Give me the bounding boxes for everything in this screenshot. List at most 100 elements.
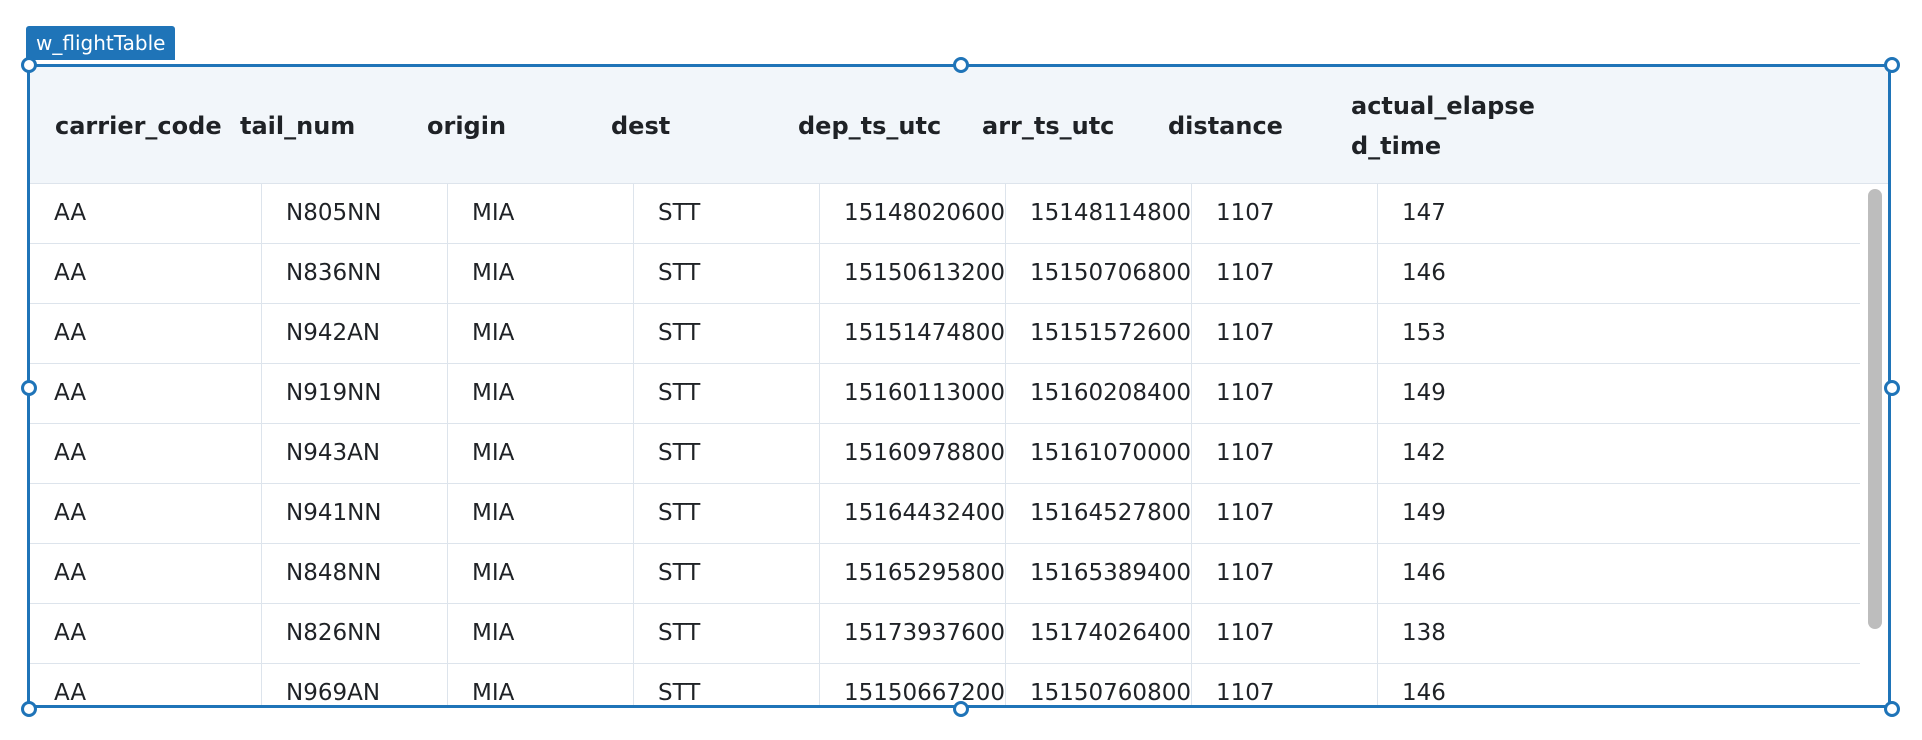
cell-distance[interactable]: 1107 [1192, 424, 1378, 483]
resize-handle-top-right[interactable] [1884, 57, 1900, 73]
cell-distance[interactable]: 1107 [1192, 244, 1378, 303]
cell-dest[interactable]: STT [634, 664, 820, 705]
cell-origin[interactable]: MIA [448, 424, 634, 483]
cell-origin[interactable]: MIA [448, 184, 634, 243]
cell-dep-ts-utc[interactable]: 1517393760000 [820, 604, 1006, 663]
cell-dep-ts-utc[interactable]: 1515147480000 [820, 304, 1006, 363]
cell-origin[interactable]: MIA [448, 604, 634, 663]
cell-dest[interactable]: STT [634, 604, 820, 663]
cell-dep-ts-utc[interactable]: 1516011300000 [820, 364, 1006, 423]
column-header-distance[interactable]: distance [1168, 67, 1283, 184]
cell-dep-ts-utc[interactable]: 1514802060000 [820, 184, 1006, 243]
cell-tail-num[interactable]: N941NN [262, 484, 448, 543]
table-row[interactable]: AAN836NNMIASTT15150613200001515070680000… [30, 244, 1860, 304]
cell-distance[interactable]: 1107 [1192, 364, 1378, 423]
cell-origin[interactable]: MIA [448, 544, 634, 603]
cell-arr-ts-utc[interactable]: 1514811480000 [1006, 184, 1192, 243]
cell-actual-elapsed-time[interactable]: 138 [1378, 604, 1860, 663]
cell-arr-ts-utc[interactable]: 1516020840000 [1006, 364, 1192, 423]
cell-carrier-code[interactable]: AA [30, 604, 262, 663]
column-header-origin[interactable]: origin [427, 67, 506, 184]
cell-origin[interactable]: MIA [448, 664, 634, 705]
cell-tail-num[interactable]: N848NN [262, 544, 448, 603]
cell-arr-ts-utc[interactable]: 1516538940000 [1006, 544, 1192, 603]
cell-dest[interactable]: STT [634, 364, 820, 423]
cell-tail-num[interactable]: N805NN [262, 184, 448, 243]
widget-name-tag[interactable]: w_flightTable [26, 26, 176, 60]
cell-arr-ts-utc[interactable]: 1516107000000 [1006, 424, 1192, 483]
column-header-arr-ts-utc[interactable]: arr_ts_utc [982, 67, 1114, 184]
cell-actual-elapsed-time[interactable]: 153 [1378, 304, 1860, 363]
flight-table-widget[interactable]: carrier_code tail_num origin dest dep_ts… [27, 64, 1891, 708]
table-row[interactable]: AAN942ANMIASTT15151474800001515157260000… [30, 304, 1860, 364]
cell-carrier-code[interactable]: AA [30, 544, 262, 603]
resize-handle-bottom-left[interactable] [21, 701, 37, 717]
table-row[interactable]: AAN848NNMIASTT15165295800001516538940000… [30, 544, 1860, 604]
cell-distance[interactable]: 1107 [1192, 304, 1378, 363]
cell-arr-ts-utc[interactable]: 1515070680000 [1006, 244, 1192, 303]
table-row[interactable]: AAN919NNMIASTT15160113000001516020840000… [30, 364, 1860, 424]
cell-arr-ts-utc[interactable]: 1517402640000 [1006, 604, 1192, 663]
cell-origin[interactable]: MIA [448, 484, 634, 543]
cell-carrier-code[interactable]: AA [30, 664, 262, 705]
table-row[interactable]: AAN805NNMIASTT15148020600001514811480000… [30, 184, 1860, 244]
column-header-carrier-code[interactable]: carrier_code [55, 67, 222, 184]
cell-origin[interactable]: MIA [448, 304, 634, 363]
cell-carrier-code[interactable]: AA [30, 304, 262, 363]
cell-actual-elapsed-time[interactable]: 146 [1378, 244, 1860, 303]
table-row[interactable]: AAN969ANMIASTT15150667200001515076080000… [30, 664, 1860, 705]
cell-actual-elapsed-time[interactable]: 146 [1378, 544, 1860, 603]
cell-tail-num[interactable]: N836NN [262, 244, 448, 303]
cell-distance[interactable]: 1107 [1192, 184, 1378, 243]
cell-actual-elapsed-time[interactable]: 142 [1378, 424, 1860, 483]
cell-actual-elapsed-time[interactable]: 149 [1378, 484, 1860, 543]
cell-tail-num[interactable]: N942AN [262, 304, 448, 363]
resize-handle-middle-right[interactable] [1884, 380, 1900, 396]
cell-distance[interactable]: 1107 [1192, 544, 1378, 603]
resize-handle-middle-left[interactable] [21, 380, 37, 396]
cell-dest[interactable]: STT [634, 484, 820, 543]
cell-tail-num[interactable]: N943AN [262, 424, 448, 483]
cell-carrier-code[interactable]: AA [30, 184, 262, 243]
column-header-actual-elapsed-time[interactable]: actual_elapse d_time [1351, 67, 1535, 184]
resize-handle-bottom-center[interactable] [953, 701, 969, 717]
table-row[interactable]: AAN826NNMIASTT15173937600001517402640000… [30, 604, 1860, 664]
cell-dest[interactable]: STT [634, 424, 820, 483]
cell-dep-ts-utc[interactable]: 1516529580000 [820, 544, 1006, 603]
cell-carrier-code[interactable]: AA [30, 244, 262, 303]
cell-dep-ts-utc[interactable]: 1516097880000 [820, 424, 1006, 483]
cell-tail-num[interactable]: N919NN [262, 364, 448, 423]
table-row[interactable]: AAN941NNMIASTT15164432400001516452780000… [30, 484, 1860, 544]
cell-distance[interactable]: 1107 [1192, 664, 1378, 705]
cell-tail-num[interactable]: N969AN [262, 664, 448, 705]
cell-actual-elapsed-time[interactable]: 147 [1378, 184, 1860, 243]
cell-dest[interactable]: STT [634, 544, 820, 603]
cell-arr-ts-utc[interactable]: 1515157260000 [1006, 304, 1192, 363]
table-row[interactable]: AAN943ANMIASTT15160978800001516107000000… [30, 424, 1860, 484]
vertical-scrollbar-thumb[interactable] [1868, 189, 1882, 629]
cell-carrier-code[interactable]: AA [30, 364, 262, 423]
cell-actual-elapsed-time[interactable]: 146 [1378, 664, 1860, 705]
resize-handle-top-left[interactable] [21, 57, 37, 73]
cell-dest[interactable]: STT [634, 244, 820, 303]
cell-actual-elapsed-time[interactable]: 149 [1378, 364, 1860, 423]
column-header-tail-num[interactable]: tail_num [240, 67, 355, 184]
column-header-dep-ts-utc[interactable]: dep_ts_utc [798, 67, 941, 184]
cell-dep-ts-utc[interactable]: 1515066720000 [820, 664, 1006, 705]
column-header-dest[interactable]: dest [611, 67, 670, 184]
cell-dest[interactable]: STT [634, 184, 820, 243]
cell-arr-ts-utc[interactable]: 1515076080000 [1006, 664, 1192, 705]
cell-origin[interactable]: MIA [448, 244, 634, 303]
cell-dest[interactable]: STT [634, 304, 820, 363]
resize-handle-bottom-right[interactable] [1884, 701, 1900, 717]
cell-tail-num[interactable]: N826NN [262, 604, 448, 663]
cell-dep-ts-utc[interactable]: 1515061320000 [820, 244, 1006, 303]
cell-carrier-code[interactable]: AA [30, 424, 262, 483]
cell-carrier-code[interactable]: AA [30, 484, 262, 543]
cell-arr-ts-utc[interactable]: 1516452780000 [1006, 484, 1192, 543]
cell-distance[interactable]: 1107 [1192, 604, 1378, 663]
resize-handle-top-center[interactable] [953, 57, 969, 73]
cell-distance[interactable]: 1107 [1192, 484, 1378, 543]
cell-origin[interactable]: MIA [448, 364, 634, 423]
cell-dep-ts-utc[interactable]: 1516443240000 [820, 484, 1006, 543]
